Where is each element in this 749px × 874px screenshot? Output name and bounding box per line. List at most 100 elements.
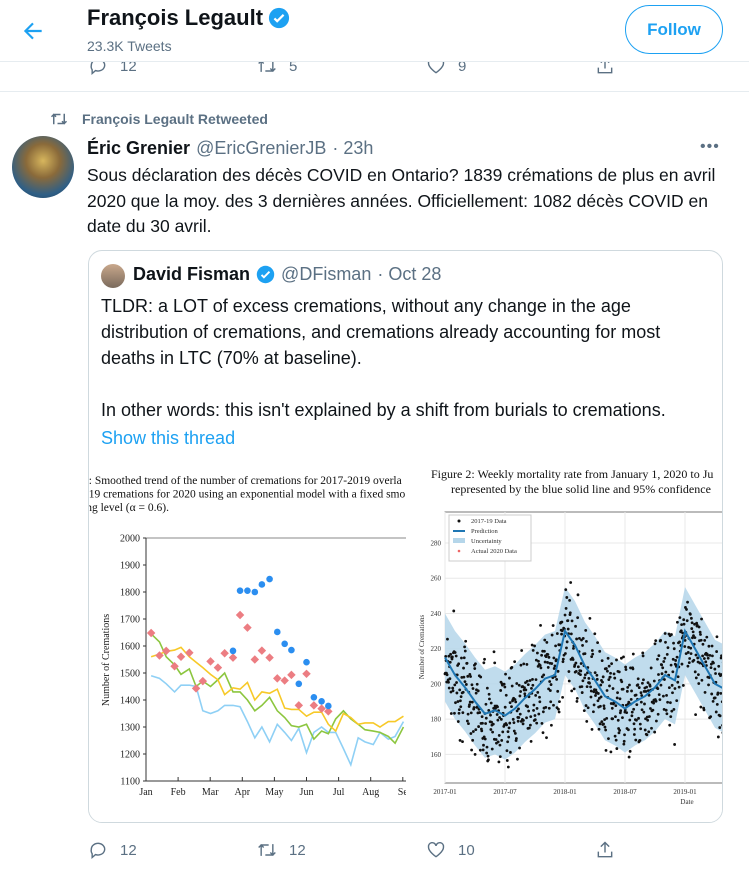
share-button[interactable]	[595, 840, 615, 860]
y-tick-label: 2000	[120, 534, 140, 545]
y-tick-label: 1600	[120, 642, 140, 653]
data-point-2017-19	[602, 722, 605, 726]
data-point-2017-19	[527, 709, 531, 713]
quoted-tweet[interactable]: David Fisman @DFisman · Oct 28 TLDR: a LO…	[88, 250, 723, 823]
back-arrow-icon[interactable]	[20, 18, 46, 44]
data-point-2017-19	[496, 705, 499, 709]
data-point-2017-19	[451, 686, 455, 690]
data-point-2017-19	[682, 622, 686, 626]
reply-button[interactable]: 12	[88, 840, 137, 860]
author-avatar[interactable]	[12, 136, 74, 198]
data-point-2017-19	[538, 700, 542, 704]
author-handle[interactable]: @EricGrenierJB	[196, 138, 326, 159]
data-point-dot	[236, 587, 244, 594]
data-point-2017-19	[629, 697, 633, 701]
data-point-2017-19	[493, 661, 497, 665]
weekly-mortality-chart-image[interactable]: Figure 2: Weekly mortality rate from Jan…	[411, 462, 723, 823]
data-point-diamond	[294, 701, 304, 710]
data-point-2017-19	[716, 735, 720, 739]
data-point-2017-19	[615, 696, 619, 700]
data-point-2017-19	[639, 691, 643, 695]
data-point-2017-19	[517, 707, 520, 711]
data-point-2017-19	[483, 657, 486, 661]
data-point-2017-19	[479, 675, 483, 679]
data-point-2017-19	[492, 650, 496, 654]
data-point-2017-19	[715, 635, 719, 639]
data-point-2017-19	[584, 704, 588, 707]
data-point-2017-19	[635, 703, 639, 707]
data-point-2017-19	[665, 652, 669, 656]
data-point-dot	[258, 581, 266, 588]
data-point-2017-19	[502, 682, 506, 686]
y-tick-label: 280	[431, 540, 442, 548]
data-point-2017-19	[594, 694, 597, 697]
data-point-diamond	[161, 646, 171, 656]
data-point-2017-19	[523, 692, 527, 696]
data-point-2017-19	[669, 663, 673, 667]
data-point-2017-19	[565, 640, 569, 644]
data-point-2017-19	[561, 660, 565, 664]
data-point-2017-19	[628, 683, 631, 687]
data-point-2017-19	[504, 693, 508, 697]
author-name[interactable]: Éric Grenier	[87, 138, 190, 159]
data-point-2017-19	[546, 661, 549, 664]
follow-button[interactable]: Follow	[625, 5, 723, 54]
show-thread-link[interactable]: Show this thread	[101, 425, 716, 451]
data-point-2017-19	[607, 678, 611, 682]
data-point-2017-19	[627, 755, 631, 759]
divider	[0, 91, 749, 92]
data-point-2017-19	[663, 656, 667, 660]
data-point-2017-19	[676, 675, 680, 679]
data-point-2017-19	[635, 718, 638, 722]
data-point-2017-19	[567, 670, 571, 673]
retweet-button[interactable]: 12	[257, 840, 306, 860]
data-point-2017-19	[471, 730, 475, 733]
data-point-2017-19	[480, 729, 484, 733]
data-point-2017-19	[602, 704, 606, 708]
data-point-2017-19	[637, 716, 640, 720]
data-point-2017-19	[625, 689, 629, 693]
data-point-2017-19	[681, 684, 685, 687]
tweet-author[interactable]: Éric Grenier @EricGrenierJB · 23h	[87, 138, 373, 159]
data-point-2017-19	[518, 694, 522, 698]
data-point-2017-19	[569, 632, 573, 636]
data-point-2017-19	[513, 698, 517, 701]
data-point-2017-19	[640, 708, 644, 712]
data-point-2017-19	[560, 620, 564, 624]
y-tick-label: 1300	[120, 723, 140, 734]
data-point-2017-19	[572, 646, 575, 650]
data-point-2017-19	[672, 708, 676, 711]
tweet-time[interactable]: · 23h	[332, 138, 373, 159]
data-point-2017-19	[694, 713, 697, 717]
data-point-2017-19	[499, 717, 503, 721]
like-button[interactable]: 10	[426, 840, 475, 860]
data-point-2017-19	[536, 690, 540, 694]
data-point-2017-19	[656, 657, 659, 661]
data-point-dot	[266, 575, 273, 583]
data-point-2017-19	[458, 688, 462, 692]
data-point-dot	[325, 702, 332, 710]
data-point-2017-19	[647, 730, 651, 734]
data-point-diamond	[235, 610, 245, 620]
quoted-time: · Oct 28	[377, 264, 442, 284]
data-point-diamond	[309, 701, 319, 710]
data-point-2017-19	[470, 748, 473, 752]
data-point-2017-19	[491, 730, 494, 734]
quoted-author-handle: @DFisman	[281, 264, 372, 284]
data-point-2017-19	[605, 689, 609, 692]
data-point-2017-19	[596, 641, 599, 645]
heart-icon	[427, 842, 445, 858]
data-point-diamond	[257, 646, 267, 655]
data-point-2017-19	[454, 654, 458, 658]
data-point-2017-19	[656, 712, 660, 716]
data-point-2017-19	[669, 701, 672, 705]
data-point-2017-19	[618, 728, 622, 732]
data-point-2017-19	[489, 728, 493, 731]
more-options-icon[interactable]: •••	[700, 138, 720, 156]
data-point-2017-19	[628, 718, 632, 722]
data-point-2017-19	[683, 645, 687, 648]
data-point-2017-19	[707, 644, 711, 648]
data-point-2017-19	[509, 751, 512, 754]
cremations-trend-chart-image[interactable]: 3: Smoothed trend of the number of crema…	[89, 462, 406, 823]
data-point-2017-19	[689, 646, 693, 650]
